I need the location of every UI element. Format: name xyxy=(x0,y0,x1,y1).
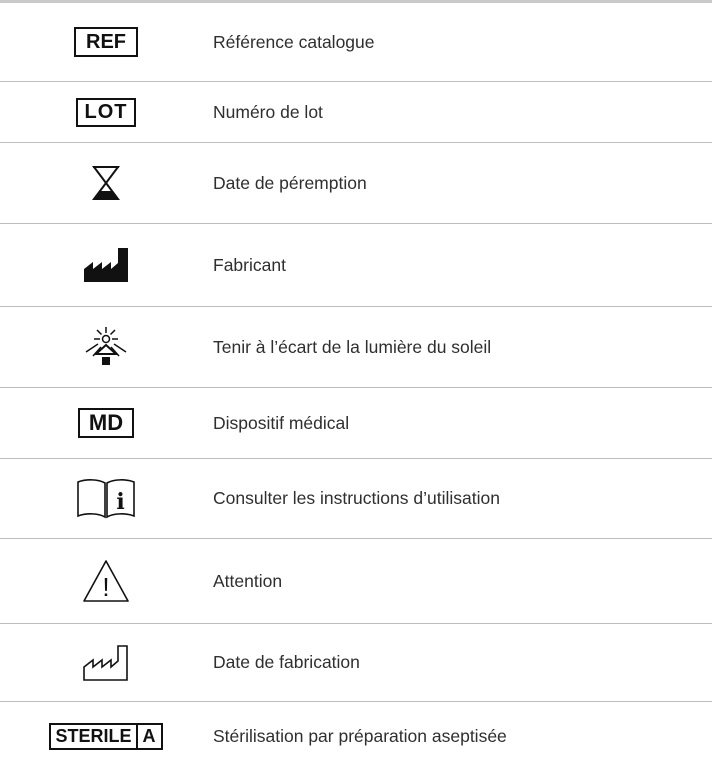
symbol-label: Référence catalogue xyxy=(213,31,375,52)
table-row: STERILE A Stérilisation par préparation … xyxy=(0,702,712,770)
md-box-icon: MD xyxy=(0,388,212,458)
sterile-a-icon: STERILE A xyxy=(0,702,212,770)
symbol-label: Fabricant xyxy=(213,254,286,275)
factory-outline-icon xyxy=(0,624,212,701)
table-row: i Consulter les instructions d’utilisati… xyxy=(0,459,712,538)
table-row: REF Référence catalogue xyxy=(0,3,712,81)
hourglass-icon xyxy=(0,143,212,223)
symbol-label: Dispositif médical xyxy=(213,412,350,433)
symbol-label: Consulter les instructions d’utilisation xyxy=(213,488,500,508)
factory-filled-icon xyxy=(0,224,212,306)
table-row: Tenir à l’écart de la lumière du soleil xyxy=(0,307,712,387)
symbol-label: Numéro de lot xyxy=(213,101,323,122)
ref-box-icon: REF xyxy=(0,3,212,81)
symbol-label: Date de péremption xyxy=(213,172,367,193)
symbol-label: Attention xyxy=(213,570,283,591)
svg-text:i: i xyxy=(116,489,124,515)
symbol-label: Stérilisation par préparation aseptisée xyxy=(213,725,507,746)
symbol-label: Date de fabrication xyxy=(213,652,360,672)
warning-triangle-icon: ! xyxy=(0,539,212,623)
table-row: Date de péremption xyxy=(0,143,712,223)
symbol-label: Tenir à l’écart de la lumière du soleil xyxy=(213,336,492,357)
ifu-book-icon: i xyxy=(0,459,212,538)
lot-box-icon: LOT xyxy=(0,82,212,142)
svg-text:!: ! xyxy=(102,572,109,602)
table-row: Fabricant xyxy=(0,224,712,306)
table-row: LOT Numéro de lot xyxy=(0,82,712,142)
table-row: Date de fabrication xyxy=(0,624,712,701)
table-row: ! Attention xyxy=(0,539,712,623)
sun-protect-icon xyxy=(0,307,212,387)
table-row: MD Dispositif médical xyxy=(0,388,712,458)
